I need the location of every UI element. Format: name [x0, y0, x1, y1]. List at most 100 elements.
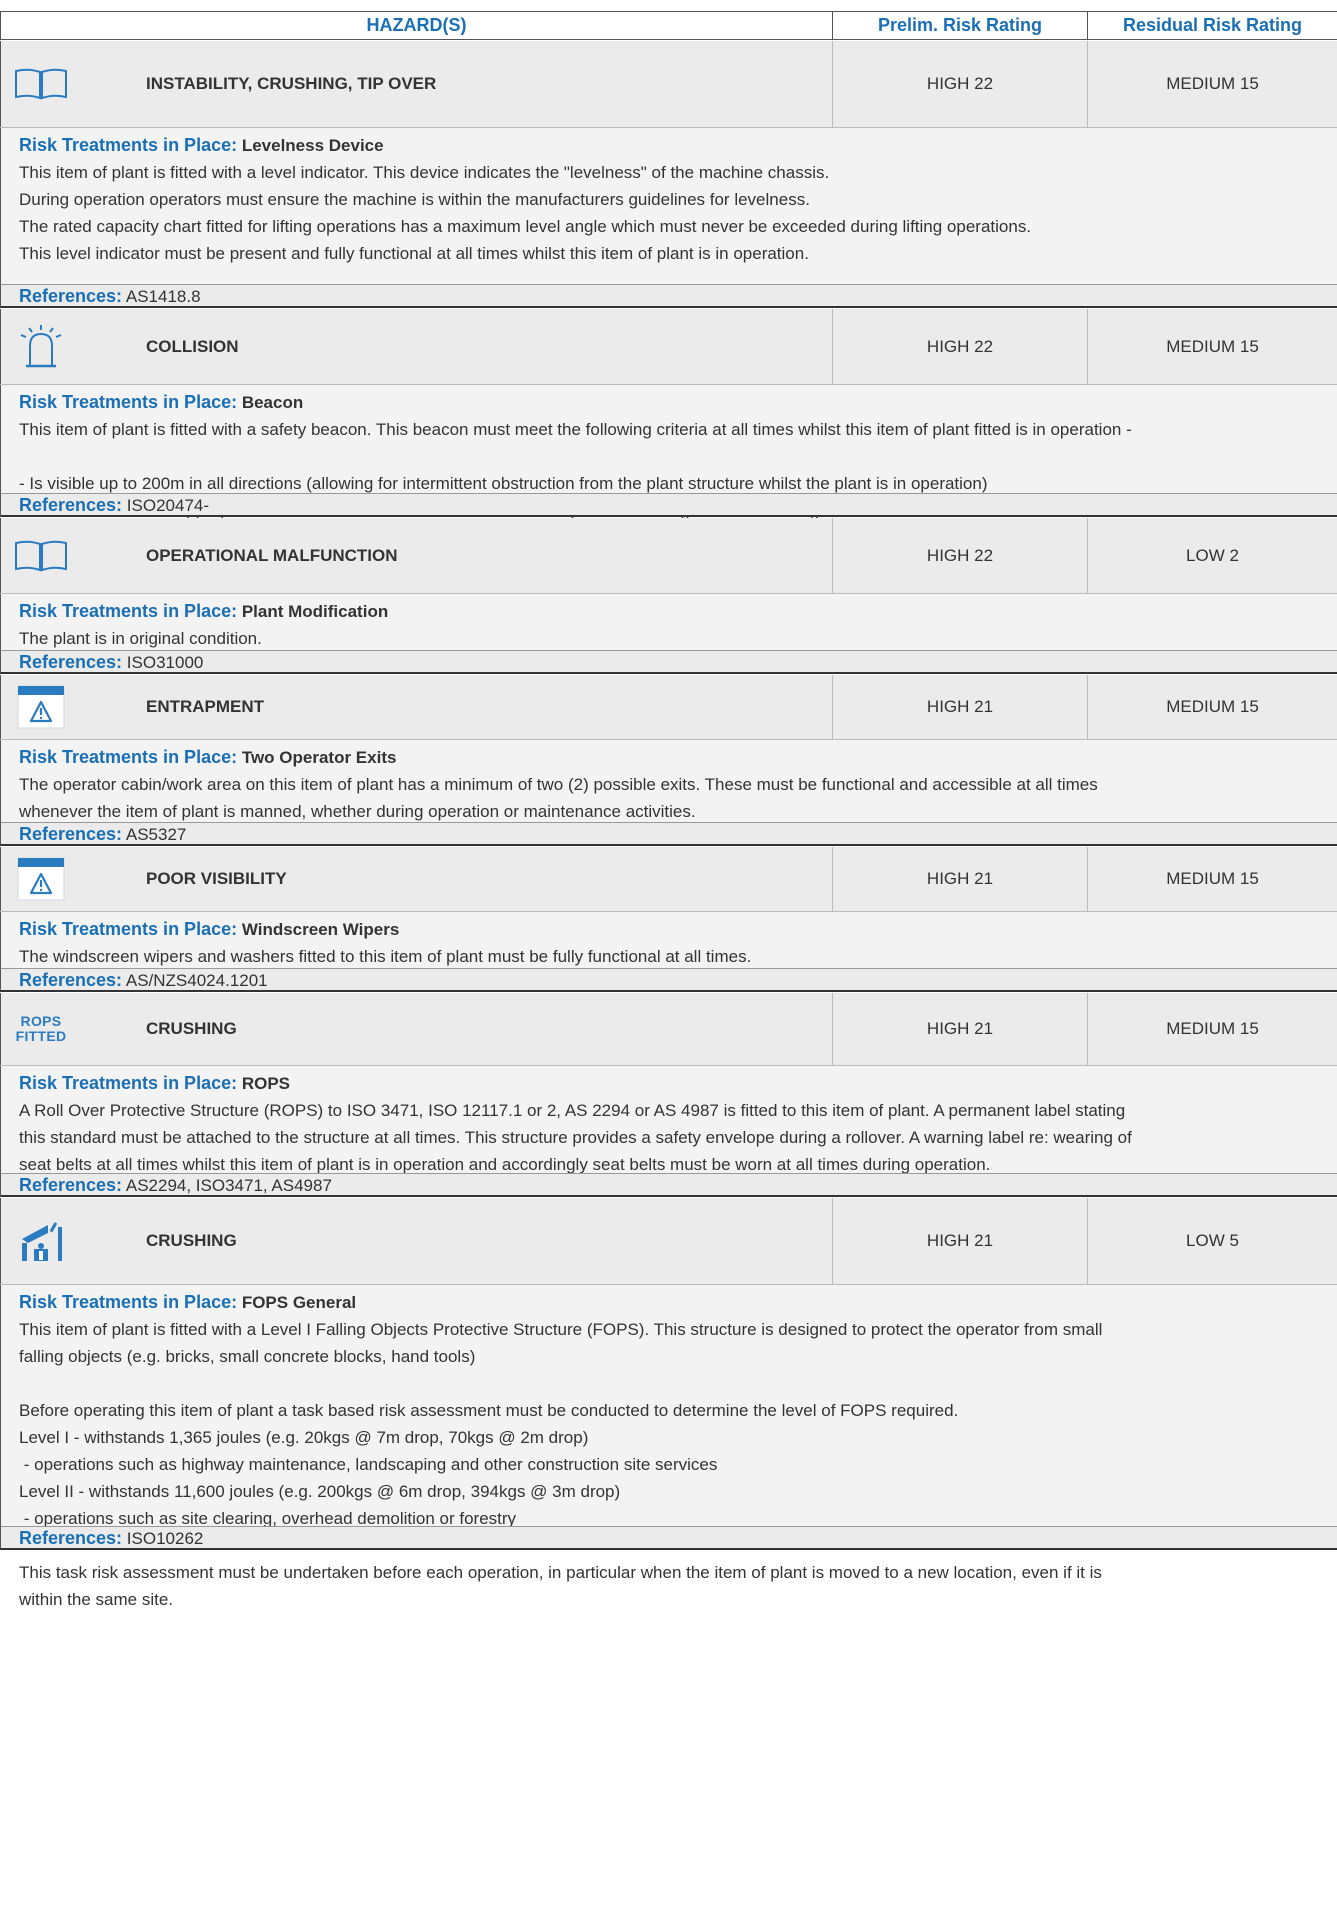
references-row: References: ISO10262 [0, 1526, 1337, 1550]
references-value: ISO31000 [126, 653, 204, 672]
hazard-icon-box [1, 518, 81, 593]
hazard-icon-box [1, 41, 81, 127]
references-row: References: AS1418.8 [0, 284, 1337, 308]
treatment-text-line: Before operating this item of plant a ta… [19, 1401, 959, 1420]
references-value: AS2294, ISO3471, AS4987 [125, 1176, 332, 1195]
references-label: References: [19, 495, 123, 515]
treatment-name: Beacon [241, 393, 304, 412]
treatment-text-line: The rated capacity chart fitted for lift… [19, 217, 1032, 236]
hazard-name-cell: ENTRAPMENT [0, 675, 832, 739]
hazard-icon-box: ROPS FITTED [1, 993, 81, 1065]
treatments-label: Risk Treatments in Place: [19, 1073, 238, 1093]
hazard-row: INSTABILITY, CRUSHING, TIP OVER HIGH 22 ME… [0, 41, 1337, 128]
warning-window-icon [17, 857, 65, 901]
treatment-name: Levelness Device [241, 136, 384, 155]
treatment-text-line: falling objects (e.g. bricks, small conc… [19, 1347, 476, 1366]
treatment-heading: Risk Treatments in Place: Windscreen Wip… [19, 916, 1337, 943]
risk-treatment-block: Risk Treatments in Place: Levelness Devi… [0, 128, 1337, 284]
references-row: References: ISO31000 [0, 650, 1337, 674]
residual-risk-rating: MEDIUM 15 [1087, 309, 1337, 384]
prelim-risk-rating: HIGH 21 [832, 1198, 1087, 1284]
treatment-text-line: This item of plant is fitted with a leve… [19, 163, 830, 182]
treatment-text-line: The operator cabin/work area on this ite… [19, 775, 1098, 794]
residual-risk-rating: MEDIUM 15 [1087, 847, 1337, 911]
risk-treatment-block: Risk Treatments in Place: Beacon This ite… [0, 385, 1337, 574]
treatments-label: Risk Treatments in Place: [19, 135, 238, 155]
treatment-text-line: Level I - withstands 1,365 joules (e.g. … [19, 1428, 589, 1447]
hazard-row: ENTRAPMENT HIGH 21 MEDIUM 15 [0, 675, 1337, 740]
residual-risk-rating: MEDIUM 15 [1087, 993, 1337, 1065]
treatments-label: Risk Treatments in Place: [19, 919, 238, 939]
header-residual-rating: Residual Risk Rating [1087, 12, 1337, 39]
references-label: References: [19, 652, 123, 672]
risk-treatment-block: Risk Treatments in Place: FOPS General Th… [0, 1285, 1337, 1609]
risk-treatment-block: Risk Treatments in Place: Plant Modifica… [0, 594, 1337, 650]
residual-risk-rating: LOW 2 [1087, 518, 1337, 593]
hazard-name: OPERATIONAL MALFUNCTION [146, 545, 398, 565]
hazard-name-cell: COLLISION [0, 309, 832, 384]
treatment-text-line: A Roll Over Protective Structure (ROPS) … [19, 1101, 1126, 1120]
treatments-label: Risk Treatments in Place: [19, 1292, 238, 1312]
rops-icon-text: ROPS [20, 1013, 62, 1029]
treatment-name: Two Operator Exits [241, 748, 397, 767]
references-label: References: [19, 1175, 123, 1195]
references-row: References: AS5327 [0, 822, 1337, 846]
treatment-name: Plant Modification [241, 602, 389, 621]
residual-risk-rating: MEDIUM 15 [1087, 675, 1337, 739]
prelim-risk-rating: HIGH 22 [832, 41, 1087, 127]
hazard-name-cell: CRUSHING [0, 1198, 832, 1284]
treatment-text-line: This task risk assessment must be undert… [19, 1563, 1102, 1582]
risk-treatment-block: Risk Treatments in Place: Windscreen Wip… [0, 912, 1337, 968]
risk-treatment-block: Risk Treatments in Place: ROPS A Roll Ove… [0, 1066, 1337, 1174]
hazard-icon-box [1, 847, 81, 911]
treatment-text-line: During operation operators must ensure t… [19, 190, 810, 209]
hazard-row: CRUSHING HIGH 21 LOW 5 [0, 1198, 1337, 1285]
hazard-row: OPERATIONAL MALFUNCTION HIGH 22 LOW 2 [0, 518, 1337, 594]
prelim-risk-rating: HIGH 21 [832, 847, 1087, 911]
residual-risk-rating: MEDIUM 15 [1087, 41, 1337, 127]
references-value: ISO10262 [126, 1529, 204, 1548]
hazard-name: ENTRAPMENT [146, 697, 265, 716]
risk-register-sheet: HAZARD(S) Prelim. Risk Rating Residual R… [0, 0, 1337, 1919]
hazard-name-cell: OPERATIONAL MALFUNCTION [0, 518, 832, 593]
hazard-icon-box [1, 675, 81, 739]
treatment-text-line: The plant is in original condition. [19, 629, 262, 648]
treatment-heading: Risk Treatments in Place: FOPS General [19, 1289, 1337, 1316]
hazard-name-cell: INSTABILITY, CRUSHING, TIP OVER [0, 41, 832, 127]
treatments-label: Risk Treatments in Place: [19, 601, 238, 621]
prelim-risk-rating: HIGH 22 [832, 518, 1087, 593]
header-hazards: HAZARD(S) [0, 12, 832, 39]
treatments-label: Risk Treatments in Place: [19, 747, 238, 767]
hazard-row: COLLISION HIGH 22 MEDIUM 15 [0, 309, 1337, 385]
beacon-icon [19, 324, 63, 370]
treatment-text-line: within the same site. [19, 1590, 174, 1609]
treatment-heading: Risk Treatments in Place: Plant Modifica… [19, 598, 1337, 625]
treatment-heading: Risk Treatments in Place: Beacon [19, 389, 1337, 416]
references-label: References: [19, 970, 123, 990]
warning-window-icon [17, 685, 65, 729]
treatment-heading: Risk Treatments in Place: Levelness Devi… [19, 132, 1337, 159]
references-row: References: ISO20474- [0, 493, 1337, 517]
rops-fitted-icon: ROPS FITTED [16, 1014, 67, 1044]
treatment-name: Windscreen Wipers [241, 920, 400, 939]
table-header: HAZARD(S) Prelim. Risk Rating Residual R… [0, 11, 1337, 40]
prelim-risk-rating: HIGH 22 [832, 309, 1087, 384]
treatment-text-line: Level II - withstands 11,600 joules (e.g… [19, 1482, 621, 1501]
hazard-name: INSTABILITY, CRUSHING, TIP OVER [146, 74, 437, 93]
hazard-name: POOR VISIBILITY [146, 869, 287, 888]
hazard-name: CRUSHING [146, 1019, 237, 1038]
references-label: References: [19, 824, 123, 844]
references-label: References: [19, 1528, 123, 1548]
treatment-name: ROPS [241, 1074, 291, 1093]
prelim-risk-rating: HIGH 21 [832, 675, 1087, 739]
treatment-heading: Risk Treatments in Place: ROPS [19, 1070, 1337, 1097]
references-value: AS1418.8 [125, 287, 201, 306]
treatment-name: FOPS General [241, 1293, 357, 1312]
hazard-name: CRUSHING [146, 1231, 237, 1250]
references-row: References: AS2294, ISO3471, AS4987 [0, 1173, 1337, 1197]
references-value: ISO20474- [126, 496, 210, 515]
hazard-icon-box [1, 1198, 81, 1284]
treatment-text-line: This item of plant is fitted with a Leve… [19, 1320, 1103, 1339]
hazard-name: COLLISION [146, 336, 239, 356]
prelim-risk-rating: HIGH 21 [832, 993, 1087, 1065]
